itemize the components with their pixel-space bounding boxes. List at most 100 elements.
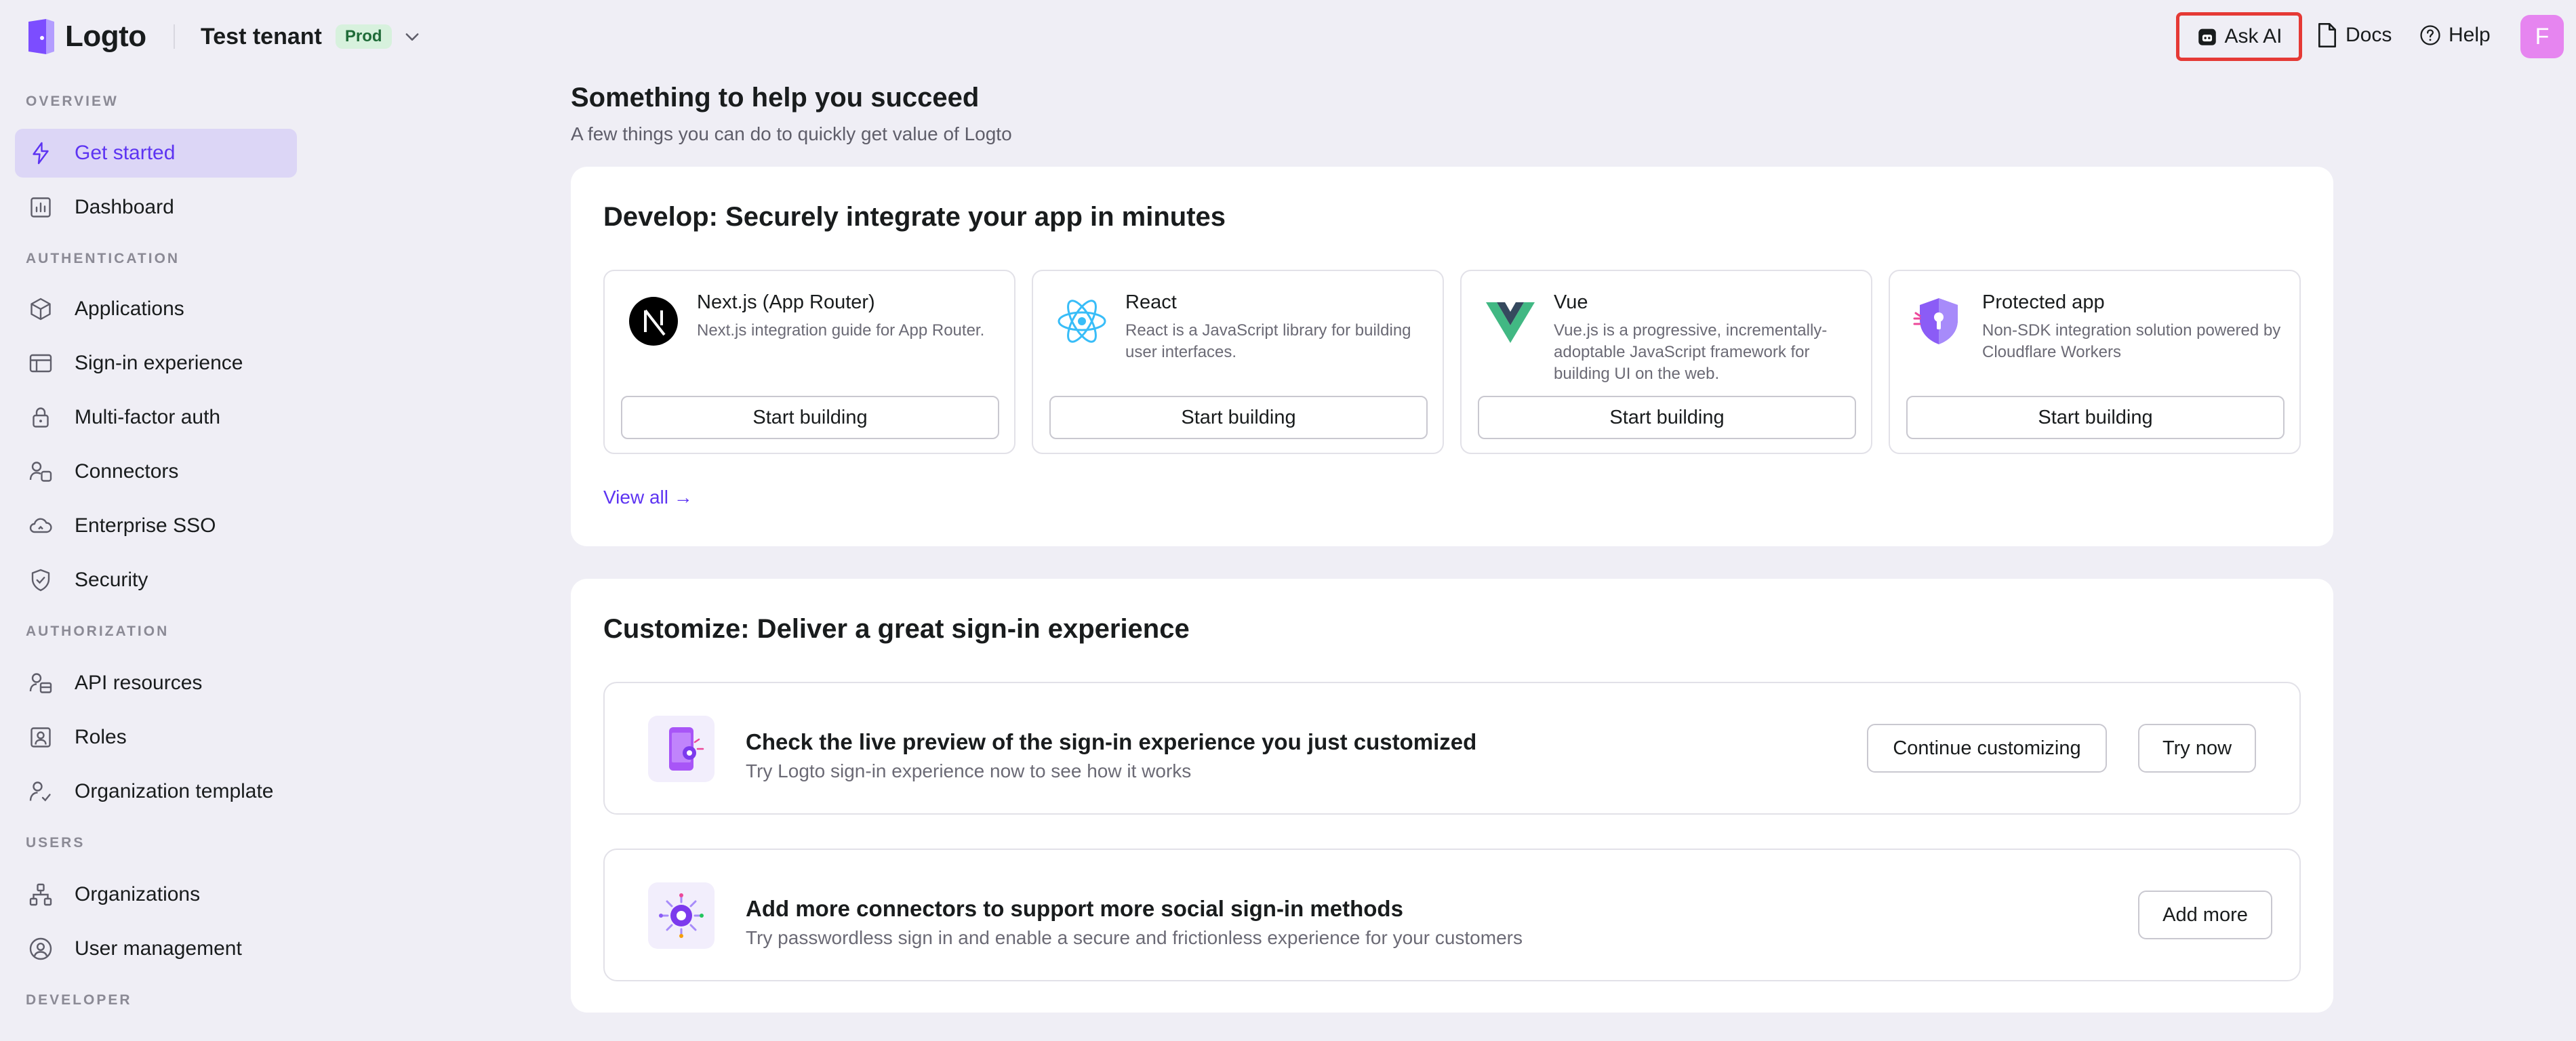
sidebar-item-user-management[interactable]: User management [15, 924, 297, 973]
chevron-down-icon [405, 33, 418, 41]
sidebar-item-label: Get started [75, 142, 176, 164]
add-more-button[interactable]: Add more [2138, 891, 2272, 939]
customize-card: Customize: Deliver a great sign-in exper… [571, 579, 2333, 1013]
sidebar-item-label: Organizations [75, 883, 201, 905]
section-title-developer: DEVELOPER [26, 992, 132, 1008]
sidebar-item-dashboard[interactable]: Dashboard [15, 183, 297, 232]
page-title: Something to help you succeed [571, 83, 980, 113]
cube-icon [31, 298, 51, 321]
sidebar-item-label: User management [75, 937, 242, 960]
sdk-description: Vue.js is a progressive, incrementally-a… [1554, 321, 1828, 383]
logo-text: Logto [65, 20, 146, 53]
sidebar-item-get-started[interactable]: Get started [15, 129, 297, 178]
view-all-link[interactable]: View all → [603, 487, 693, 508]
sidebar-item-connectors[interactable]: Connectors [15, 447, 297, 496]
develop-card-title: Develop: Securely integrate your app in … [603, 202, 1226, 232]
tenant-name: Test tenant [201, 23, 322, 49]
ask-ai-button[interactable]: Ask AI [2176, 12, 2302, 61]
sidebar-item-api-resources[interactable]: API resources [15, 659, 297, 708]
start-building-button[interactable]: Start building [1906, 396, 2285, 439]
logto-logo-icon [28, 19, 54, 54]
sdk-name: React [1125, 291, 1177, 313]
row-title: Check the live preview of the sign-in ex… [746, 729, 1477, 754]
continue-customizing-button[interactable]: Continue customizing [1867, 724, 2107, 773]
logto-logo[interactable]: Logto [26, 18, 146, 56]
sidebar-item-label: Roles [75, 726, 127, 748]
sidebar-item-label: Organization template [75, 780, 274, 802]
sdk-tile-protected-app[interactable]: Protected app Non-SDK integration soluti… [1889, 270, 2301, 454]
sdk-name: Vue [1554, 291, 1588, 313]
help-label: Help [2449, 24, 2491, 46]
sidebar-item-label: Applications [75, 298, 184, 320]
top-bar: Logto Test tenant Prod Ask AI Docs Help [0, 0, 2576, 73]
sdk-description: Non-SDK integration solution powered by … [1982, 321, 2281, 361]
sidebar-item-label: Sign-in experience [75, 352, 243, 374]
user-check-icon [29, 781, 51, 802]
document-icon [2318, 23, 2337, 47]
sidebar-item-organizations[interactable]: Organizations [15, 870, 297, 919]
phone-preview-icon [648, 716, 715, 782]
sdk-tile-react[interactable]: React React is a JavaScript library for … [1032, 270, 1444, 454]
api-resource-icon [29, 673, 52, 693]
user-avatar[interactable]: F [2520, 15, 2564, 58]
docs-label: Docs [2346, 24, 2392, 46]
ai-bot-icon [2198, 28, 2217, 45]
lightning-icon [33, 142, 49, 165]
live-preview-row: Check the live preview of the sign-in ex… [603, 682, 2301, 815]
lock-icon [33, 407, 49, 428]
sidebar-item-applications[interactable]: Applications [15, 285, 297, 333]
sidebar-item-mfa[interactable]: Multi-factor auth [15, 393, 297, 442]
sdk-tile-nextjs[interactable]: Next.js (App Router) Next.js integration… [603, 270, 1015, 454]
tenant-selector[interactable]: Test tenant Prod [201, 20, 422, 53]
chart-icon [31, 197, 51, 218]
row-subtitle: Try passwordless sign in and enable a se… [746, 927, 1523, 948]
row-subtitle: Try Logto sign-in experience now to see … [746, 760, 1192, 781]
customize-card-title: Customize: Deliver a great sign-in exper… [603, 614, 1190, 644]
sdk-name: Protected app [1982, 291, 2105, 313]
cloud-icon [29, 518, 52, 533]
sidebar-item-label: Security [75, 569, 148, 591]
tenant-env-badge: Prod [335, 24, 392, 49]
sidebar-item-label: Connectors [75, 460, 179, 483]
start-building-button[interactable]: Start building [1049, 396, 1428, 439]
org-tree-icon [29, 883, 52, 906]
sdk-tile-vue[interactable]: Vue Vue.js is a progressive, incremental… [1460, 270, 1872, 454]
develop-card: Develop: Securely integrate your app in … [571, 167, 2333, 546]
docs-link[interactable]: Docs [2316, 22, 2392, 49]
sidebar-item-organization-template[interactable]: Organization template [15, 767, 297, 816]
start-building-button[interactable]: Start building [621, 396, 999, 439]
vue-icon [1486, 302, 1535, 343]
help-link[interactable]: Help [2419, 22, 2491, 49]
sidebar-item-label: API resources [75, 672, 203, 694]
section-title-overview: OVERVIEW [26, 94, 119, 109]
sidebar-item-security[interactable]: Security [15, 556, 297, 605]
shield-icon [31, 569, 50, 592]
sidebar: OVERVIEW Get started Dashboard AUTHENTIC… [0, 73, 312, 1041]
start-building-button[interactable]: Start building [1478, 396, 1856, 439]
sidebar-item-enterprise-sso[interactable]: Enterprise SSO [15, 502, 297, 550]
help-circle-icon [2420, 25, 2440, 45]
sidebar-item-roles[interactable]: Roles [15, 713, 297, 762]
try-now-button[interactable]: Try now [2138, 724, 2256, 773]
connector-icon [29, 462, 52, 482]
protected-app-shield-icon [1913, 298, 1958, 344]
user-badge-icon [31, 727, 51, 748]
sidebar-item-label: Enterprise SSO [75, 514, 216, 537]
react-icon [1058, 300, 1106, 343]
sidebar-item-label: Multi-factor auth [75, 406, 221, 428]
user-circle-icon [29, 937, 52, 960]
section-title-authentication: AUTHENTICATION [26, 251, 180, 266]
sidebar-item-label: Dashboard [75, 196, 174, 218]
sidebar-item-sign-in-experience[interactable]: Sign-in experience [15, 339, 297, 388]
topbar-divider [174, 24, 175, 49]
row-title: Add more connectors to support more soci… [746, 896, 1403, 921]
sdk-description: Next.js integration guide for App Router… [697, 321, 985, 340]
window-icon [29, 354, 52, 373]
section-title-users: USERS [26, 835, 85, 851]
section-title-authorization: AUTHORIZATION [26, 624, 169, 639]
ask-ai-label: Ask AI [2224, 25, 2282, 47]
connectors-gear-icon [648, 882, 715, 949]
sdk-description: React is a JavaScript library for buildi… [1125, 321, 1411, 361]
add-connectors-row: Add more connectors to support more soci… [603, 849, 2301, 981]
page-subtitle: A few things you can do to quickly get v… [571, 123, 1012, 144]
